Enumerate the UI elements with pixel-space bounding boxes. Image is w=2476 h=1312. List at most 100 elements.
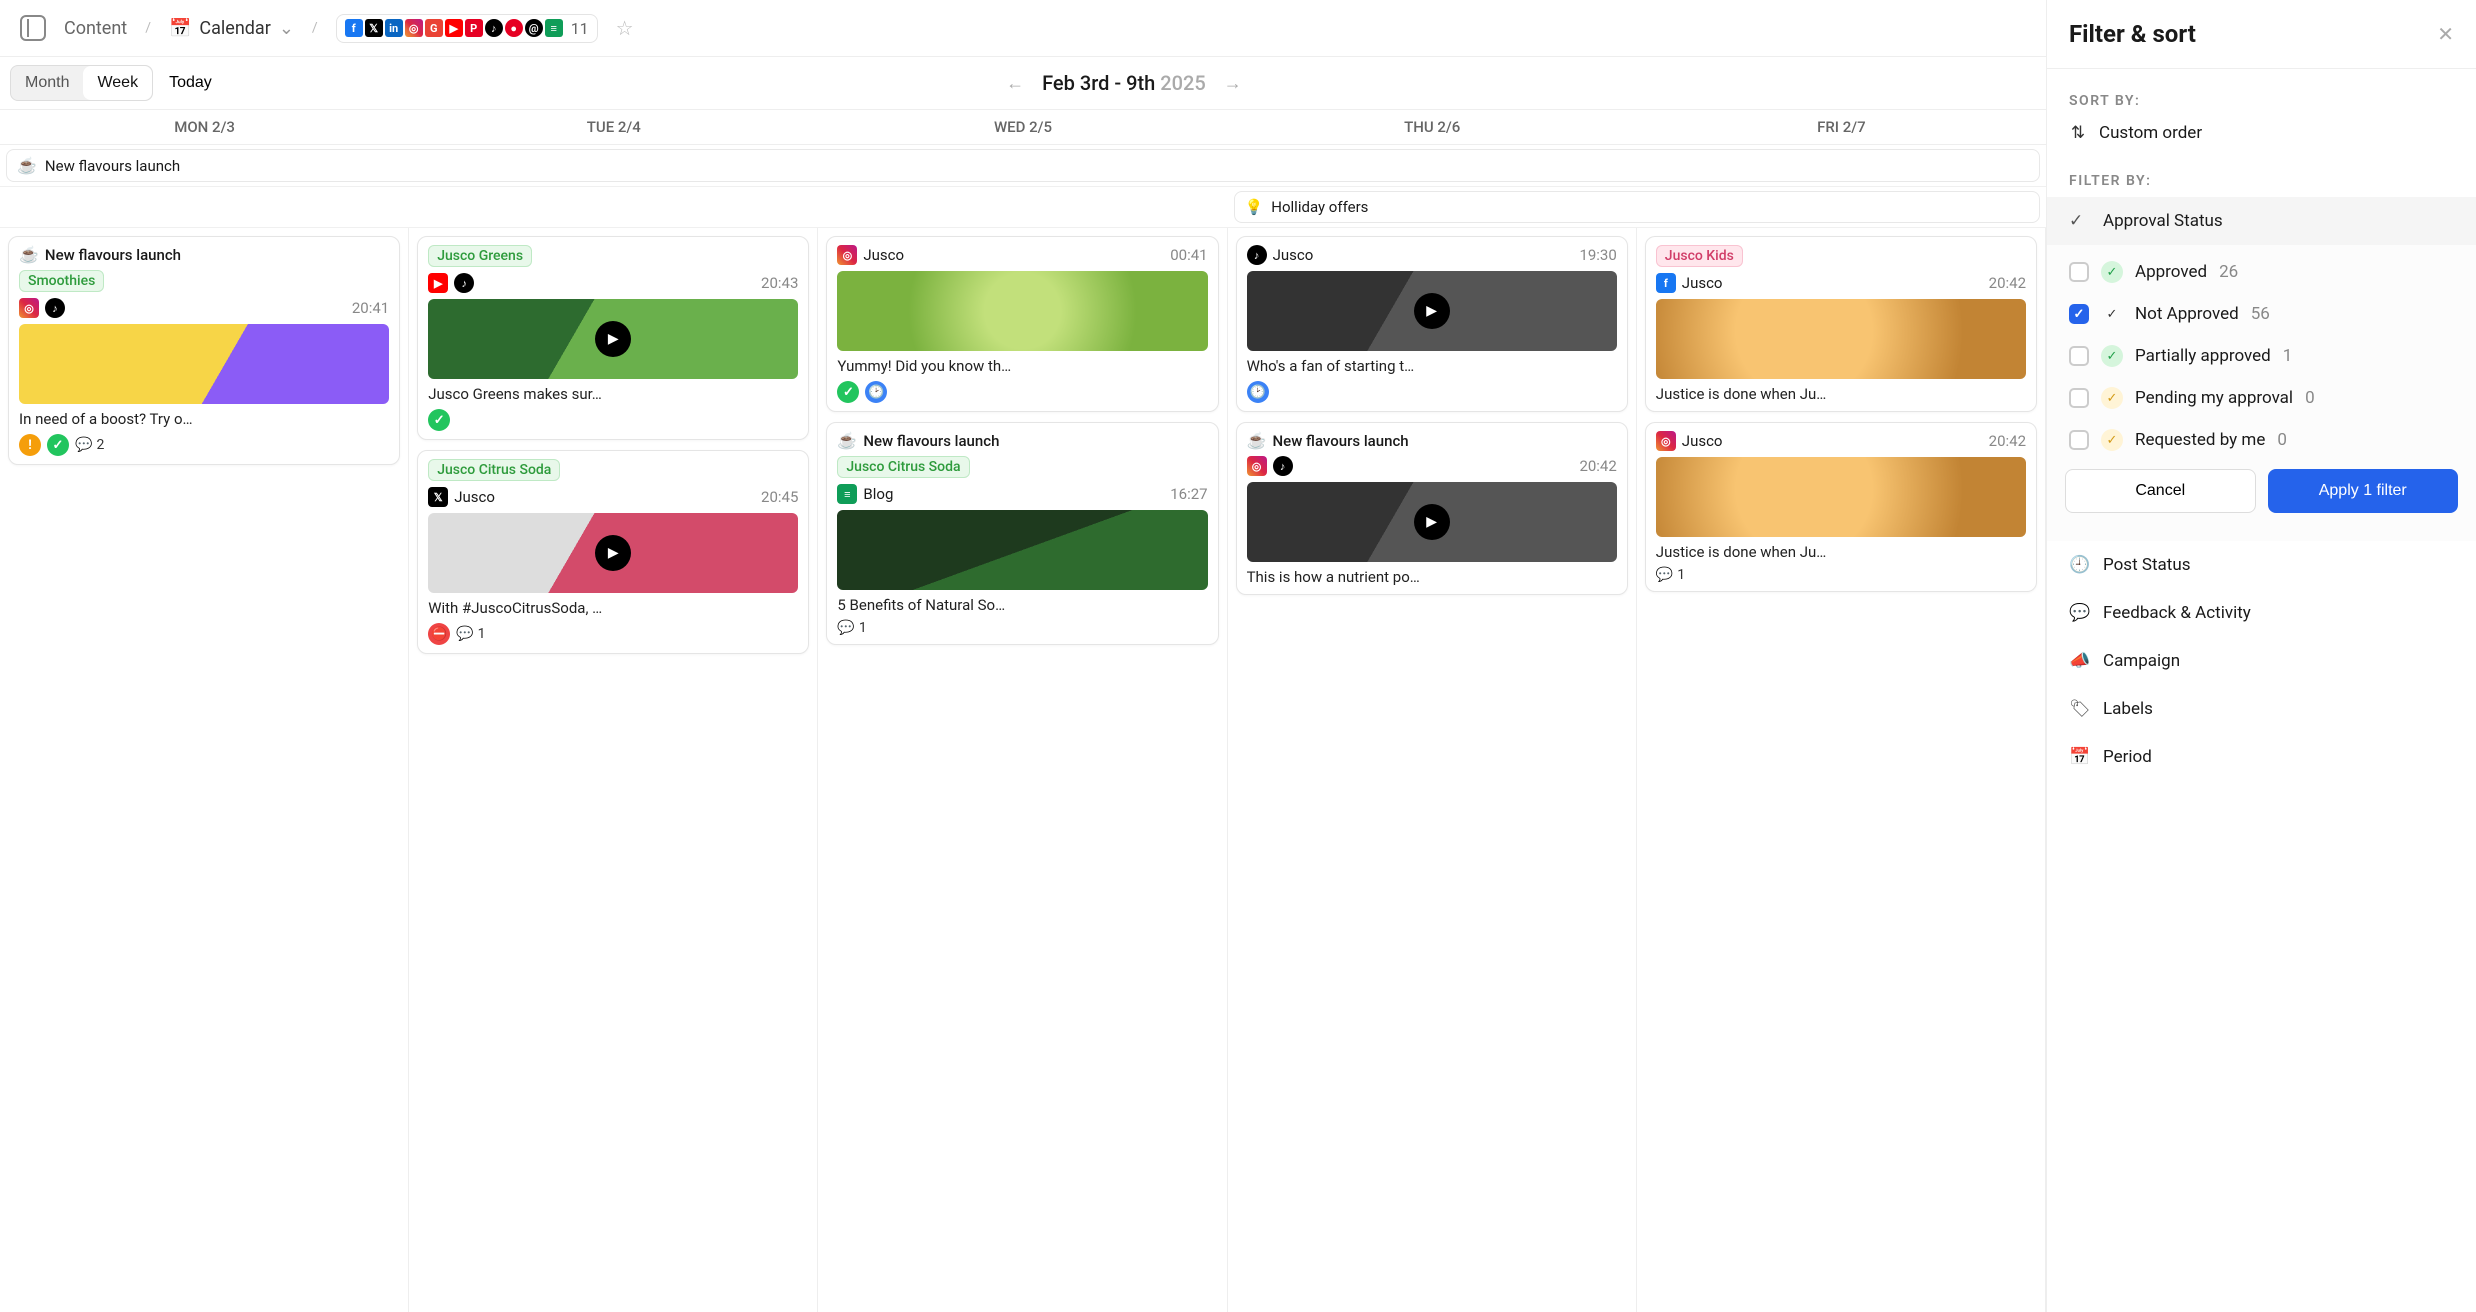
card-time: 20:42	[1989, 274, 2026, 292]
day-column-wed: ◎Jusco 00:41 Yummy! Did you know th… ✓ 🕑…	[818, 228, 1227, 1312]
chevron-down-icon: ⌄	[279, 18, 294, 39]
card-time: 19:30	[1579, 246, 1616, 264]
view-week-button[interactable]: Week	[83, 66, 152, 100]
option-count: 56	[2251, 304, 2270, 324]
instagram-icon: ◎	[19, 298, 39, 318]
breadcrumb-separator: /	[145, 20, 151, 36]
card-thumbnail	[1656, 299, 2026, 379]
post-card[interactable]: ◎Jusco 20:42 Justice is done when Ju… 💬1	[1645, 422, 2037, 592]
breadcrumb-calendar[interactable]: 📅 Calendar ⌄	[169, 18, 294, 39]
option-label: Requested by me	[2135, 430, 2265, 450]
filter-option-pending[interactable]: ✓ Pending my approval 0	[2047, 377, 2476, 419]
card-label: Jusco Citrus Soda	[428, 459, 560, 481]
checkbox[interactable]	[2069, 388, 2089, 408]
filter-label: Feedback & Activity	[2103, 603, 2251, 623]
doc-icon: ≡	[545, 19, 563, 37]
filter-option-partial[interactable]: ✓ Partially approved 1	[2047, 335, 2476, 377]
comment-count: 💬1	[456, 626, 485, 642]
date-range-year: 2025	[1160, 71, 1205, 95]
play-icon: ▶	[1414, 504, 1450, 540]
card-caption: Justice is done when Ju…	[1656, 543, 2026, 561]
instagram-icon: ◎	[405, 19, 423, 37]
filter-label: Labels	[2103, 699, 2153, 719]
date-range-main: Feb 3rd - 9th	[1042, 71, 1155, 95]
filter-approval-status[interactable]: ✓ Approval Status	[2047, 197, 2476, 245]
linkedin-icon: in	[385, 19, 403, 37]
comment-count: 💬2	[75, 437, 104, 453]
post-card[interactable]: ◎Jusco 00:41 Yummy! Did you know th… ✓ 🕑	[826, 236, 1218, 412]
post-card[interactable]: ☕New flavours launch Jusco Citrus Soda ≡…	[826, 422, 1218, 645]
view-month-button[interactable]: Month	[11, 66, 83, 100]
filter-label: Post Status	[2103, 555, 2190, 575]
post-card[interactable]: ♪Jusco 19:30 ▶ Who's a fan of starting t…	[1236, 236, 1628, 412]
filter-label: Approval Status	[2103, 211, 2223, 231]
tag-icon: 🏷	[2069, 699, 2089, 719]
filter-labels[interactable]: 🏷 Labels	[2047, 685, 2476, 733]
day-column-mon: ☕New flavours launch Smoothies ◎♪ 20:41 …	[0, 228, 409, 1312]
post-card[interactable]: ☕New flavours launch Smoothies ◎♪ 20:41 …	[8, 236, 400, 465]
option-count: 26	[2219, 262, 2238, 282]
filter-option-requested[interactable]: ✓ Requested by me 0	[2047, 419, 2476, 461]
card-time: 20:42	[1989, 432, 2026, 450]
option-label: Pending my approval	[2135, 388, 2293, 408]
date-range: Feb 3rd - 9th 2025	[1042, 71, 1206, 95]
option-label: Approved	[2135, 262, 2207, 282]
card-thumbnail: ▶	[1247, 271, 1617, 351]
card-time: 16:27	[1170, 485, 1207, 503]
card-thumbnail: ▶	[428, 513, 798, 593]
post-card[interactable]: Jusco Greens ▶♪ 20:43 ▶ Jusco Greens mak…	[417, 236, 809, 440]
close-icon[interactable]: ✕	[2437, 22, 2454, 46]
card-caption: In need of a boost? Try o…	[19, 410, 389, 428]
status-scheduled-icon: 🕑	[865, 381, 887, 403]
filter-period[interactable]: 📅 Period	[2047, 733, 2476, 781]
post-card[interactable]: ☕New flavours launch ◎♪ 20:42 ▶ This is …	[1236, 422, 1628, 595]
day-header: WED 2/5	[818, 110, 1227, 144]
filter-label: Period	[2103, 747, 2152, 767]
card-time: 20:43	[761, 274, 798, 292]
doc-icon: ≡	[837, 484, 857, 504]
option-label: Not Approved	[2135, 304, 2239, 324]
week-columns: ☕New flavours launch Smoothies ◎♪ 20:41 …	[0, 228, 2046, 1312]
campaign-banner-flavours[interactable]: ☕ New flavours launch	[6, 149, 2040, 182]
cancel-button[interactable]: Cancel	[2065, 469, 2256, 513]
play-icon: ▶	[595, 535, 631, 571]
clock-icon: 🕘	[2069, 555, 2089, 575]
filter-option-approved[interactable]: ✓ Approved 26	[2047, 251, 2476, 293]
checkbox[interactable]	[2069, 262, 2089, 282]
day-column-thu: ♪Jusco 19:30 ▶ Who's a fan of starting t…	[1228, 228, 1637, 1312]
prev-week-icon[interactable]: ←	[1006, 73, 1024, 94]
sort-selector[interactable]: ⇅ Custom order	[2047, 117, 2476, 161]
campaign-banner-row: ☕ New flavours launch	[0, 145, 2046, 187]
filter-option-not-approved[interactable]: ✓ Not Approved 56	[2047, 293, 2476, 335]
comment-count: 💬1	[1656, 567, 1685, 583]
today-button[interactable]: Today	[169, 74, 212, 92]
next-week-icon[interactable]: →	[1224, 73, 1242, 94]
filter-feedback[interactable]: 💬 Feedback & Activity	[2047, 589, 2476, 637]
tiktok-icon: ♪	[1247, 245, 1267, 265]
checkbox[interactable]	[2069, 304, 2089, 324]
card-thumbnail	[837, 271, 1207, 351]
checkbox[interactable]	[2069, 430, 2089, 450]
networks-selector[interactable]: f 𝕏 in ◎ G ▶ P ♪ ● @ ≡ 11	[336, 14, 598, 43]
campaign-banner-holiday[interactable]: 💡 Holliday offers	[1234, 191, 2040, 223]
post-card[interactable]: Jusco Kids fJusco 20:42 Justice is done …	[1645, 236, 2037, 412]
checkbox[interactable]	[2069, 346, 2089, 366]
filter-post-status[interactable]: 🕘 Post Status	[2047, 541, 2476, 589]
sidebar-toggle-icon[interactable]	[20, 15, 46, 41]
filter-campaign[interactable]: 📣 Campaign	[2047, 637, 2476, 685]
threads-icon: @	[525, 19, 543, 37]
breadcrumb-content[interactable]: Content	[64, 18, 127, 39]
card-account: Jusco	[1273, 246, 1314, 264]
campaign-banner-label: New flavours launch	[45, 157, 180, 175]
day-headers: MON 2/3 TUE 2/4 WED 2/5 THU 2/6 FRI 2/7	[0, 110, 2046, 145]
apply-filter-button[interactable]: Apply 1 filter	[2268, 469, 2459, 513]
view-segmented: Month Week	[10, 65, 153, 101]
favorite-icon[interactable]: ☆	[616, 16, 634, 40]
card-thumbnail	[1656, 457, 2026, 537]
card-label: Jusco Kids	[1656, 245, 1743, 267]
card-account: Jusco	[1682, 432, 1723, 450]
post-card[interactable]: Jusco Citrus Soda 𝕏Jusco 20:45 ▶ With #J…	[417, 450, 809, 654]
card-campaign: New flavours launch	[863, 432, 999, 450]
play-icon: ▶	[595, 321, 631, 357]
date-navigator: ← Feb 3rd - 9th 2025 →	[212, 71, 2036, 95]
